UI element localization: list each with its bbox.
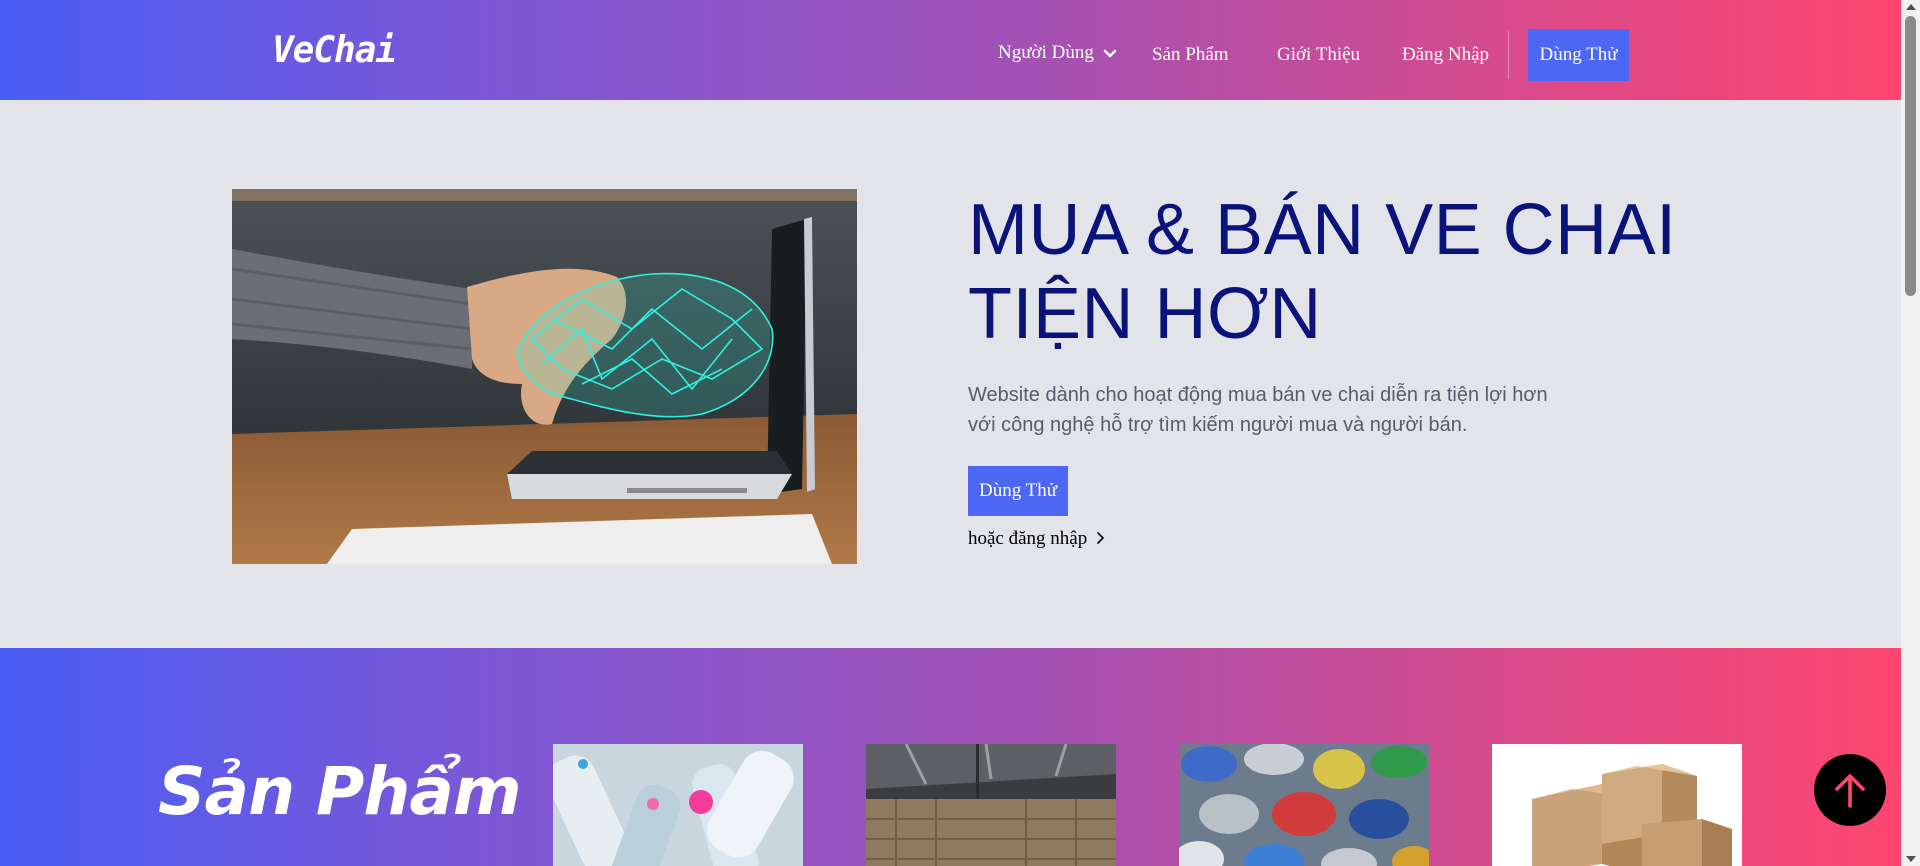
nav-about[interactable]: Giới Thiệu bbox=[1277, 29, 1360, 81]
hero-try-button[interactable]: Dùng Thử bbox=[968, 466, 1068, 516]
hero-handshake-image bbox=[232, 189, 857, 564]
hero-description-line: với công nghệ hỗ trợ tìm kiếm người mua … bbox=[968, 414, 1468, 436]
nav-user-label: Người Dùng bbox=[998, 42, 1094, 63]
hero-description: Website dành cho hoạt động mua bán ve ch… bbox=[968, 380, 1568, 440]
product-card-warehouse[interactable] bbox=[866, 744, 1116, 866]
scroll-up-arrow-icon[interactable] bbox=[1906, 4, 1916, 10]
site-header: VeChai Người Dùng Sản Phẩm Giới Thiệu Đă… bbox=[0, 0, 1901, 100]
nav-divider bbox=[1508, 31, 1509, 79]
product-card-plastic-bottles[interactable] bbox=[553, 744, 803, 866]
hero-title: MUA & BÁN VE CHAI TIỆN HƠN bbox=[968, 188, 1728, 356]
nav-user-dropdown[interactable]: Người Dùng bbox=[998, 27, 1117, 79]
nav-products[interactable]: Sản Phẩm bbox=[1152, 29, 1229, 81]
back-to-top-button[interactable] bbox=[1814, 754, 1886, 826]
arrow-up-icon bbox=[1835, 774, 1865, 808]
chevron-right-icon bbox=[1096, 529, 1105, 551]
hero-login-link[interactable]: hoặc đăng nhập bbox=[968, 528, 1105, 551]
hero-title-line: MUA & BÁN VE CHAI bbox=[968, 190, 1677, 270]
hero-login-label: hoặc đăng nhập bbox=[968, 528, 1088, 549]
nav-login[interactable]: Đăng Nhập bbox=[1402, 29, 1489, 81]
chevron-down-icon bbox=[1103, 28, 1117, 80]
scroll-thumb[interactable] bbox=[1905, 16, 1916, 296]
nav-try-button[interactable]: Dùng Thử bbox=[1528, 29, 1629, 81]
hero-description-line: Website dành cho hoạt động mua bán ve ch… bbox=[968, 384, 1548, 406]
page-scrollbar[interactable] bbox=[1901, 0, 1920, 866]
products-title: Sản Phẩm bbox=[158, 753, 522, 830]
scroll-down-arrow-icon[interactable] bbox=[1906, 856, 1916, 862]
product-card-cans[interactable] bbox=[1179, 744, 1429, 866]
product-card-cardboard-boxes[interactable] bbox=[1492, 744, 1742, 866]
main-nav: Người Dùng Sản Phẩm Giới Thiệu Đăng Nhập… bbox=[0, 29, 1901, 81]
hero-title-line: TIỆN HƠN bbox=[968, 274, 1322, 354]
products-section: Sản Phẩm bbox=[0, 648, 1901, 866]
